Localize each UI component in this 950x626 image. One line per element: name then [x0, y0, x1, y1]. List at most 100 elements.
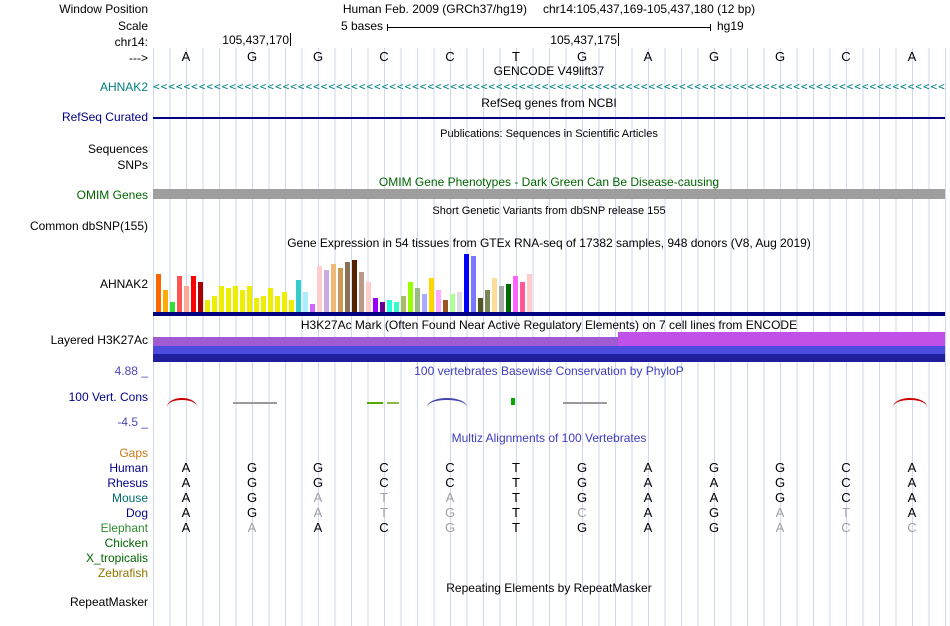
species-label[interactable]: Chicken — [0, 536, 148, 550]
alignment-base: C — [836, 475, 856, 490]
dbsnp-track-label[interactable]: Common dbSNP(155) — [0, 219, 148, 233]
scale-label: Scale — [0, 19, 148, 33]
alignment-row-mouse: MouseAGATATGAAGCA — [0, 490, 950, 505]
refseq-track-label[interactable]: RefSeq Curated — [0, 110, 148, 124]
phylop-max-score: 4.88 _ — [0, 364, 148, 378]
refseq-gene-line[interactable] — [153, 117, 945, 119]
gencode-track-title[interactable]: GENCODE V49lift37 — [153, 64, 945, 78]
phylop-mark — [387, 402, 399, 404]
alignment-base: A — [176, 490, 196, 505]
alignment-base: A — [638, 475, 658, 490]
gtex-expression-bar — [247, 286, 252, 312]
alignment-base: C — [374, 460, 394, 475]
gtex-expression-bar — [373, 298, 378, 312]
h3k27ac-signal-layers[interactable] — [153, 332, 945, 362]
gtex-expression-bar — [261, 296, 266, 312]
omim-gene-bar[interactable] — [153, 189, 945, 199]
base-letter: C — [374, 49, 394, 64]
alignment-base: A — [770, 520, 790, 535]
coordinate-ruler: 105,437,170105,437,175 — [153, 33, 945, 47]
base-letter: G — [704, 49, 724, 64]
gtex-bar-chart[interactable] — [156, 250, 696, 312]
species-label[interactable]: Human — [0, 461, 148, 475]
alignment-base: G — [242, 460, 262, 475]
alignment-base: A — [308, 520, 328, 535]
alignment-base: G — [308, 475, 328, 490]
alignment-row-x_tropicalis: X_tropicalis — [0, 550, 950, 565]
gencode-gene-label[interactable]: AHNAK2 — [0, 80, 148, 94]
strand-direction-label: ---> — [0, 51, 148, 65]
gtex-track-title[interactable]: Gene Expression in 54 tissues from GTEx … — [153, 236, 945, 250]
phylop-mark — [233, 402, 277, 404]
alignment-base: A — [176, 460, 196, 475]
species-label[interactable]: Zebrafish — [0, 566, 148, 580]
reference-bases-row: AGGCCTGAGGCA — [153, 49, 945, 64]
gtex-expression-bar — [352, 260, 357, 312]
alignment-base: T — [374, 490, 394, 505]
alignment-base: A — [638, 490, 658, 505]
gtex-expression-bar — [415, 288, 420, 312]
species-label[interactable]: X_tropicalis — [0, 551, 148, 565]
alignment-base: C — [836, 490, 856, 505]
alignment-base: C — [440, 475, 460, 490]
h3k27ac-track-title[interactable]: H3K27Ac Mark (Often Found Near Active Re… — [153, 318, 945, 332]
alignment-base: T — [374, 505, 394, 520]
alignment-base: A — [704, 475, 724, 490]
alignment-base: T — [506, 520, 526, 535]
alignment-base: A — [902, 505, 922, 520]
alignment-base: C — [836, 520, 856, 535]
base-letter: A — [176, 49, 196, 64]
alignment-row-elephant: ElephantAAACGTGAGACC — [0, 520, 950, 535]
refseq-track-title[interactable]: RefSeq genes from NCBI — [153, 96, 945, 110]
gtex-gene-label[interactable]: AHNAK2 — [0, 277, 148, 291]
alignment-base: A — [704, 490, 724, 505]
phylop-track-label[interactable]: 100 Vert. Cons — [0, 390, 148, 404]
multiz-track-title[interactable]: Multiz Alignments of 100 Vertebrates — [153, 431, 945, 445]
alignment-base: T — [836, 505, 856, 520]
gtex-expression-bar — [268, 288, 273, 312]
gtex-expression-bar — [492, 278, 497, 312]
omim-track-title[interactable]: OMIM Gene Phenotypes - Dark Green Can Be… — [153, 175, 945, 189]
gtex-expression-bar — [366, 282, 371, 312]
species-label[interactable]: Elephant — [0, 521, 148, 535]
alignment-base: A — [902, 490, 922, 505]
omim-track-label[interactable]: OMIM Genes — [0, 188, 148, 202]
species-label[interactable]: Rhesus — [0, 476, 148, 490]
alignment-row-dog: DogAGATGTCAGATA — [0, 505, 950, 520]
h3k27ac-layer — [618, 332, 945, 346]
base-letter: C — [440, 49, 460, 64]
alignment-base: G — [704, 520, 724, 535]
alignment-base: A — [770, 505, 790, 520]
alignment-base: G — [770, 460, 790, 475]
gtex-expression-bar — [163, 290, 168, 312]
phylop-mark — [367, 402, 383, 404]
alignment-base: C — [902, 520, 922, 535]
species-label[interactable]: Dog — [0, 506, 148, 520]
gtex-expression-bar — [499, 286, 504, 312]
alignment-base: G — [572, 490, 592, 505]
gtex-expression-bar — [324, 270, 329, 312]
dbsnp-track-title[interactable]: Short Genetic Variants from dbSNP releas… — [153, 205, 945, 217]
publications-sequences-label[interactable]: Sequences — [0, 142, 148, 156]
alignment-base: G — [440, 520, 460, 535]
phylop-track-title[interactable]: 100 vertebrates Basewise Conservation by… — [153, 364, 945, 378]
gtex-expression-bar — [345, 262, 350, 312]
reverse-strand-arrows[interactable]: <<<<<<<<<<<<<<<<<<<<<<<<<<<<<<<<<<<<<<<<… — [153, 80, 945, 94]
repeatmasker-track-label[interactable]: RepeatMasker — [0, 595, 148, 609]
publications-track-title[interactable]: Publications: Sequences in Scientific Ar… — [153, 128, 945, 140]
gtex-expression-bar — [156, 274, 161, 312]
gtex-expression-bar — [394, 302, 399, 312]
alignment-base: A — [242, 520, 262, 535]
alignment-base: A — [308, 505, 328, 520]
gtex-expression-bar — [471, 256, 476, 312]
species-label[interactable]: Gaps — [0, 446, 148, 460]
species-label[interactable]: Mouse — [0, 491, 148, 505]
alignment-base: T — [506, 460, 526, 475]
publications-snps-label[interactable]: SNPs — [0, 158, 148, 172]
gtex-expression-bar — [219, 286, 224, 312]
repeatmasker-track-title[interactable]: Repeating Elements by RepeatMasker — [153, 581, 945, 595]
h3k27ac-track-label[interactable]: Layered H3K27Ac — [0, 333, 148, 347]
gtex-expression-bar — [177, 276, 182, 312]
multiz-alignment-rows: GapsHumanAGGCCTGAGGCARhesusAGGCCTGAAGCAM… — [0, 445, 950, 580]
alignment-base: A — [638, 505, 658, 520]
